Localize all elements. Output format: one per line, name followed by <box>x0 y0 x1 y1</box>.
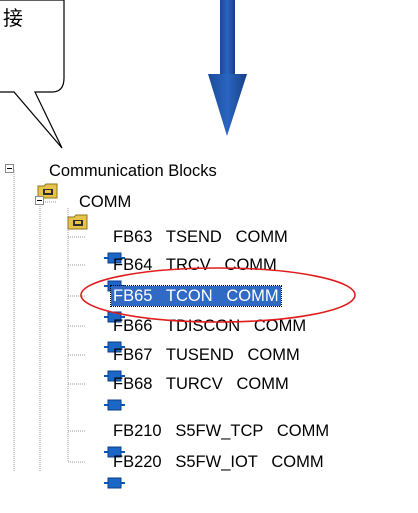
callout-text: 接 <box>3 6 23 30</box>
function-block-icon <box>86 425 126 458</box>
tree-item-fb65[interactable]: FB65 TCON COMM <box>86 284 282 323</box>
tree-item-fb210[interactable]: FB210 S5FW_TCP COMM <box>86 419 331 458</box>
tree-item-label: FB220 S5FW_IOT COMM <box>113 453 324 471</box>
function-block-icon <box>86 231 126 264</box>
folder-icon <box>49 194 88 229</box>
tree-node-comm[interactable]: COMM <box>49 190 133 229</box>
tree-item-label: FB64 TRCV COMM <box>113 256 277 274</box>
function-block-icon <box>86 456 126 489</box>
comm-collapse-toggle[interactable] <box>35 196 44 205</box>
function-block-icon <box>86 259 126 292</box>
tree-item-fb66[interactable]: FB66 TDISCON COMM <box>86 314 308 353</box>
tree-item-label: FB68 TURCV COMM <box>113 375 289 393</box>
tree-item-fb68[interactable]: FB68 TURCV COMM <box>86 372 291 411</box>
tree-item-label: FB66 TDISCON COMM <box>113 317 307 335</box>
tree-item-fb220[interactable]: FB220 S5FW_IOT COMM <box>86 450 326 489</box>
tree-item-fb63[interactable]: FB63 TSEND COMM <box>86 225 290 264</box>
down-arrow-icon <box>208 0 247 136</box>
function-block-icon <box>86 320 126 353</box>
tree-node-communication-blocks[interactable]: Communication Blocks <box>19 159 219 198</box>
tree-item-fb64[interactable]: FB64 TRCV COMM <box>86 253 279 292</box>
tree-item-label: FB210 S5FW_TCP COMM <box>113 422 330 440</box>
tree-item-label: FB65 TCON COMM <box>110 285 282 307</box>
folder-icon <box>19 163 58 198</box>
function-block-icon <box>86 349 126 382</box>
root-collapse-toggle[interactable] <box>5 164 14 173</box>
tree-item-fb67[interactable]: FB67 TUSEND COMM <box>86 343 302 382</box>
function-block-icon <box>86 290 126 323</box>
function-block-icon <box>86 378 126 411</box>
tree-node-label: Communication Blocks <box>49 162 217 180</box>
tree-item-label: FB67 TUSEND COMM <box>113 346 300 364</box>
tree-item-label: FB63 TSEND COMM <box>113 228 288 246</box>
tree-node-label: COMM <box>79 193 132 211</box>
